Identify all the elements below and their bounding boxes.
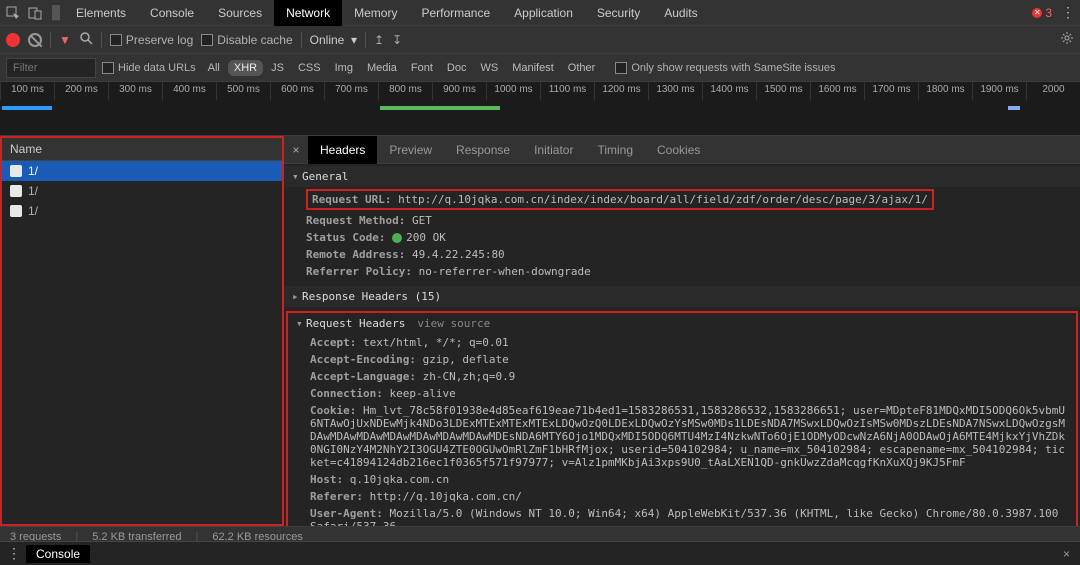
disable-cache-checkbox[interactable]: Disable cache [201, 33, 292, 47]
console-tab[interactable]: Console [26, 545, 90, 563]
filter-input[interactable] [6, 58, 96, 78]
throttle-select[interactable]: Online ▾ [310, 33, 357, 47]
filter-type-ws[interactable]: WS [474, 60, 504, 76]
preserve-log-checkbox[interactable]: Preserve log [110, 33, 193, 47]
request-row[interactable]: 1/ [2, 161, 282, 181]
detail-tab-timing[interactable]: Timing [585, 136, 645, 164]
timeline-tick: 800 ms [378, 82, 432, 100]
download-har-icon[interactable]: ↧ [392, 33, 402, 47]
filter-type-font[interactable]: Font [405, 60, 439, 76]
filter-toggle-icon[interactable]: ▼ [59, 33, 71, 47]
close-detail-icon[interactable]: × [284, 143, 308, 157]
tab-security[interactable]: Security [585, 0, 652, 26]
timeline-tick: 1700 ms [864, 82, 918, 100]
hide-data-urls-checkbox[interactable]: Hide data URLs [102, 62, 196, 74]
favicon-icon [10, 165, 22, 177]
timeline-tick: 900 ms [432, 82, 486, 100]
console-drawer: ⋮ Console × [0, 541, 1080, 565]
timeline-tick: 1600 ms [810, 82, 864, 100]
tab-console[interactable]: Console [138, 0, 206, 26]
favicon-icon [10, 205, 22, 217]
search-icon[interactable] [79, 31, 93, 48]
favicon-icon [10, 185, 22, 197]
filter-type-all[interactable]: All [202, 60, 226, 76]
tab-audits[interactable]: Audits [652, 0, 709, 26]
timeline-tick: 1100 ms [540, 82, 594, 100]
detail-tab-cookies[interactable]: Cookies [645, 136, 712, 164]
filter-type-other[interactable]: Other [562, 60, 602, 76]
timeline-tick: 1800 ms [918, 82, 972, 100]
devtools-tabbar: ElementsConsoleSourcesNetworkMemoryPerfo… [0, 0, 1080, 26]
status-code-value: 200 OK [406, 231, 446, 244]
request-detail: × HeadersPreviewResponseInitiatorTimingC… [284, 136, 1080, 526]
detail-tab-preview[interactable]: Preview [377, 136, 444, 164]
record-button[interactable] [6, 33, 20, 47]
request-url-value: http://q.10jqka.com.cn/index/index/board… [398, 193, 928, 206]
error-dot-icon: ✕ [1032, 8, 1042, 18]
network-toolbar: ▼ Preserve log Disable cache Online ▾ ↥ … [0, 26, 1080, 54]
timeline-tick: 1400 ms [702, 82, 756, 100]
detail-tabs: × HeadersPreviewResponseInitiatorTimingC… [284, 136, 1080, 164]
detail-tab-response[interactable]: Response [444, 136, 522, 164]
tab-elements[interactable]: Elements [64, 0, 138, 26]
filter-type-css[interactable]: CSS [292, 60, 327, 76]
section-general-toggle[interactable]: ▾General [284, 166, 1080, 187]
tab-memory[interactable]: Memory [342, 0, 409, 26]
timeline-tick: 2000 [1026, 82, 1080, 100]
request-row[interactable]: 1/ [2, 181, 282, 201]
settings-gear-icon[interactable] [1060, 31, 1074, 48]
tab-network[interactable]: Network [274, 0, 342, 26]
filter-type-manifest[interactable]: Manifest [506, 60, 560, 76]
timeline-tick: 1000 ms [486, 82, 540, 100]
device-toggle-icon[interactable] [26, 4, 44, 22]
timeline-tick: 600 ms [270, 82, 324, 100]
timeline-tick: 100 ms [0, 82, 54, 100]
drawer-menu-icon[interactable]: ⋮ [6, 545, 22, 562]
filter-type-js[interactable]: JS [265, 60, 290, 76]
tab-performance[interactable]: Performance [409, 0, 502, 26]
remote-address-value: 49.4.22.245:80 [412, 248, 505, 261]
error-count-badge[interactable]: ✕ 3 [1032, 6, 1052, 20]
tab-application[interactable]: Application [502, 0, 585, 26]
timeline-tick: 1200 ms [594, 82, 648, 100]
filter-type-img[interactable]: Img [329, 60, 359, 76]
timeline-tick: 700 ms [324, 82, 378, 100]
timeline-tick: 200 ms [54, 82, 108, 100]
status-ok-icon [392, 233, 402, 243]
timeline-overview[interactable]: 100 ms200 ms300 ms400 ms500 ms600 ms700 … [0, 82, 1080, 136]
request-list: Name 1/1/1/ [0, 136, 284, 526]
timeline-tick: 1300 ms [648, 82, 702, 100]
tab-sources[interactable]: Sources [206, 0, 274, 26]
cookie-header-value: Hm_lvt_78c58f01938e4d85eaf619eae71b4ed1=… [310, 404, 1065, 469]
filter-type-doc[interactable]: Doc [441, 60, 473, 76]
timeline-tick: 300 ms [108, 82, 162, 100]
timeline-tick: 500 ms [216, 82, 270, 100]
samesite-checkbox[interactable]: Only show requests with SameSite issues [615, 62, 835, 74]
section-request-headers-toggle[interactable]: ▾Request Headersview source [288, 313, 1076, 334]
view-source-link[interactable]: view source [417, 317, 490, 330]
upload-har-icon[interactable]: ↥ [374, 33, 384, 47]
filter-type-xhr[interactable]: XHR [228, 60, 263, 76]
inspect-icon[interactable] [4, 4, 22, 22]
filter-type-media[interactable]: Media [361, 60, 403, 76]
timeline-tick: 400 ms [162, 82, 216, 100]
close-drawer-icon[interactable]: × [1063, 547, 1070, 561]
section-response-headers-toggle[interactable]: ▸Response Headers (15) [284, 286, 1080, 307]
timeline-tick: 1900 ms [972, 82, 1026, 100]
clear-button[interactable] [28, 33, 42, 47]
referrer-policy-value: no-referrer-when-downgrade [419, 265, 591, 278]
request-row[interactable]: 1/ [2, 201, 282, 221]
error-count: 3 [1045, 6, 1052, 20]
more-menu-icon[interactable]: ⋮ [1060, 4, 1076, 21]
timeline-tick: 1500 ms [756, 82, 810, 100]
request-list-header[interactable]: Name [2, 138, 282, 161]
request-method-value: GET [412, 214, 432, 227]
filter-bar: Hide data URLs AllXHRJSCSSImgMediaFontDo… [0, 54, 1080, 82]
detail-tab-headers[interactable]: Headers [308, 136, 377, 164]
network-main: Name 1/1/1/ × HeadersPreviewResponseInit… [0, 136, 1080, 526]
detail-tab-initiator[interactable]: Initiator [522, 136, 585, 164]
